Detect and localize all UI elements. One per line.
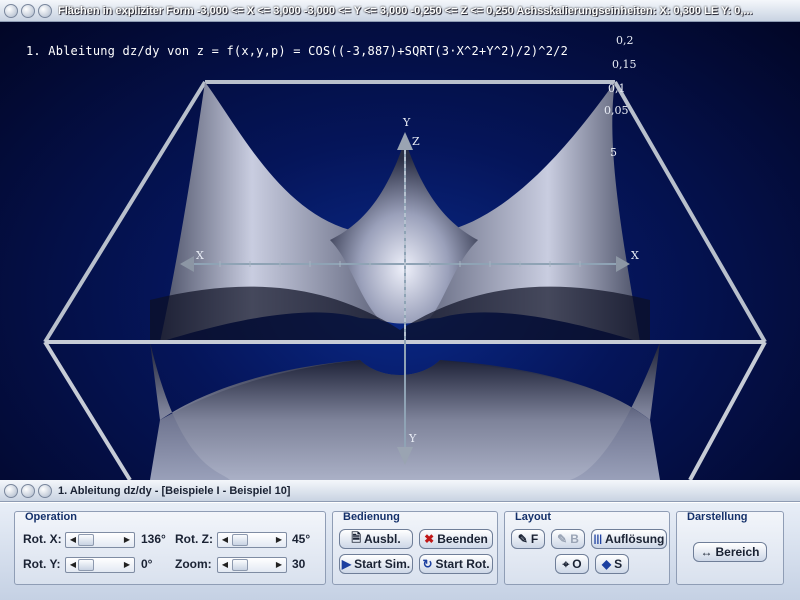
window-menu-button[interactable] [4, 3, 18, 18]
control-panel: Operation Rot. X: ◀ ▶ 136° Rot. Y: ◀ ▶ 0… [0, 502, 800, 600]
darstellung-group: Darstellung ↔ Bereich [676, 511, 784, 585]
control-titlebar[interactable]: 1. Ableitung dz/dy - [Beispiele I - Beis… [0, 480, 800, 502]
slider-thumb[interactable] [232, 559, 248, 571]
operation-group: Operation Rot. X: ◀ ▶ 136° Rot. Y: ◀ ▶ 0… [14, 511, 326, 585]
slider-thumb[interactable] [78, 534, 94, 546]
slider-right-arrow-icon[interactable]: ▶ [121, 559, 133, 571]
brush-icon: ✎ [517, 532, 528, 546]
b-button[interactable]: ✎ B [551, 529, 585, 549]
surface-plot [43, 80, 767, 480]
rotate-icon: ↻ [422, 557, 433, 571]
layout-title: Layout [515, 511, 552, 523]
range-icon: ↔ [700, 545, 713, 559]
rot-z-value: 45° [292, 532, 311, 546]
zoom-label: Zoom: [175, 557, 212, 571]
pen-icon: ✎ [557, 532, 568, 546]
rot-z-label: Rot. Z: [175, 532, 213, 546]
hide-icon: 🗎 [351, 530, 361, 545]
zoom-value: 30 [292, 557, 306, 571]
control-title: 1. Ableitung dz/dy - [Beispiele I - Beis… [58, 484, 291, 497]
aufloesung-button[interactable]: ||| Auflösung [591, 529, 667, 549]
darstellung-title: Darstellung [687, 511, 748, 523]
slider-right-arrow-icon[interactable]: ▶ [273, 534, 285, 546]
s-button[interactable]: ◆ S [595, 554, 629, 574]
bereich-button[interactable]: ↔ Bereich [693, 542, 767, 562]
rot-y-label: Rot. Y: [23, 557, 61, 571]
ausblenden-button[interactable]: 🗎 Ausbl. [339, 529, 413, 549]
z-tick-label: 0,1 [608, 82, 626, 95]
grid-icon: ||| [593, 533, 603, 545]
beenden-button[interactable]: ✖ Beenden [419, 529, 493, 549]
window-title: Flächen in expliziter Form -3,000 <= X <… [58, 4, 753, 17]
close-icon: ✖ [424, 532, 435, 546]
operation-title: Operation [25, 511, 77, 523]
rot-y-value: 0° [141, 557, 153, 571]
bedienung-title: Bedienung [343, 511, 400, 523]
z-tick-label: 0,05 [604, 104, 629, 117]
x-axis-label-left: X [196, 249, 204, 262]
zoom-slider[interactable]: ◀ ▶ [217, 557, 287, 573]
crosshair-icon: ⌖ [562, 556, 570, 571]
slider-right-arrow-icon[interactable]: ▶ [121, 534, 133, 546]
y-axis-label-top: Y [403, 116, 411, 129]
play-icon: ▶ [341, 557, 352, 571]
slider-left-arrow-icon[interactable]: ◀ [219, 534, 231, 546]
z-axis-label: Z [412, 135, 420, 148]
rot-y-slider[interactable]: ◀ ▶ [65, 557, 135, 573]
maximize-button[interactable] [38, 3, 52, 18]
z-tick-label: 0,15 [612, 58, 637, 71]
slider-thumb[interactable] [232, 534, 248, 546]
start-rot-button[interactable]: ↻ Start Rot. [419, 554, 493, 574]
rot-x-value: 136° [141, 532, 166, 546]
slider-left-arrow-icon[interactable]: ◀ [219, 559, 231, 571]
rot-x-slider[interactable]: ◀ ▶ [65, 532, 135, 548]
layout-group: Layout ✎ F ✎ B ||| Auflösung ⌖ O ◆ S [504, 511, 670, 585]
z-tick-label: 0,2 [616, 34, 634, 47]
x-axis-label-right: X [631, 249, 639, 262]
bedienung-group: Bedienung 🗎 Ausbl. ✖ Beenden ▶ Start Sim… [332, 511, 498, 585]
y-axis-label-bottom: Y [409, 432, 417, 445]
z-tick-label: 5 [610, 146, 617, 159]
maximize-button[interactable] [38, 483, 52, 498]
main-titlebar[interactable]: Flächen in expliziter Form -3,000 <= X <… [0, 0, 800, 22]
slider-thumb[interactable] [78, 559, 94, 571]
o-button[interactable]: ⌖ O [555, 554, 589, 574]
f-button[interactable]: ✎ F [511, 529, 545, 549]
paint-icon: ◆ [601, 557, 612, 571]
minimize-button[interactable] [21, 3, 35, 18]
window-menu-button[interactable] [4, 483, 18, 498]
minimize-button[interactable] [21, 483, 35, 498]
rot-x-label: Rot. X: [23, 532, 62, 546]
slider-right-arrow-icon[interactable]: ▶ [273, 559, 285, 571]
rot-z-slider[interactable]: ◀ ▶ [217, 532, 287, 548]
start-sim-button[interactable]: ▶ Start Sim. [339, 554, 413, 574]
formula-label: 1. Ableitung dz/dy von z = f(x,y,p) = CO… [26, 44, 568, 58]
plot-canvas[interactable]: 1. Ableitung dz/dy von z = f(x,y,p) = CO… [0, 22, 800, 480]
